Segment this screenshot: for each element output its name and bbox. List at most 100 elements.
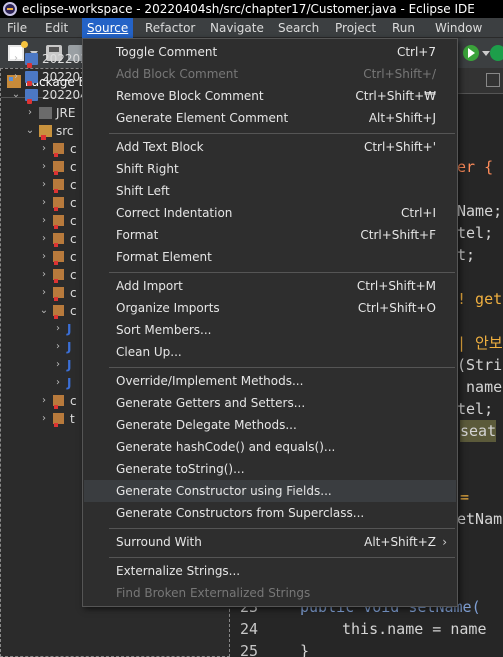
package-icon xyxy=(53,395,64,409)
menu-item-label: Correct Indentation xyxy=(116,206,233,220)
menu-separator xyxy=(109,557,455,558)
menu-item-format-element[interactable]: Format Element xyxy=(84,246,456,268)
code-line: Name; xyxy=(457,202,503,220)
code-line: t; xyxy=(457,246,476,264)
package-icon xyxy=(53,413,64,427)
menu-window[interactable]: Window xyxy=(430,18,487,38)
menu-item-surround-with[interactable]: Surround With Alt+Shift+Z › xyxy=(84,531,456,553)
package-icon xyxy=(53,287,64,301)
collapsed-chevron-icon[interactable]: › xyxy=(39,158,49,176)
tree-item-label: J xyxy=(67,358,72,372)
menu-item-label: Generate toString()... xyxy=(116,462,245,476)
menu-item-shortcut: Ctrl+Shift+M xyxy=(356,279,436,293)
collapsed-chevron-icon[interactable]: › xyxy=(11,50,21,68)
menu-edit[interactable]: Edit xyxy=(40,18,73,38)
submenu-arrow-icon: › xyxy=(442,535,447,549)
code-line: tel; xyxy=(457,224,494,242)
menu-item-generate-delegate-methods[interactable]: Generate Delegate Methods... xyxy=(84,414,456,436)
collapsed-chevron-icon[interactable]: › xyxy=(39,392,49,410)
eclipse-app-icon xyxy=(3,2,17,16)
collapsed-chevron-icon[interactable]: › xyxy=(53,320,63,338)
collapsed-chevron-icon[interactable]: › xyxy=(11,68,21,86)
code-line: ! get xyxy=(457,290,503,308)
package-icon xyxy=(53,179,64,193)
menu-item-add-block-comment: Add Block Comment Ctrl+Shift+/ xyxy=(84,63,456,85)
menu-item-shortcut: Ctrl+I xyxy=(401,206,436,220)
menu-item-generate-constructor-using-fields[interactable]: Generate Constructor using Fields... xyxy=(84,480,456,502)
code-line: seat xyxy=(460,420,497,442)
collapsed-chevron-icon[interactable]: › xyxy=(53,374,63,392)
expanded-chevron-icon[interactable]: ⌄ xyxy=(11,86,21,104)
menu-project[interactable]: Project xyxy=(330,18,381,38)
collapsed-chevron-icon[interactable]: › xyxy=(39,176,49,194)
menu-item-label: Clean Up... xyxy=(116,345,182,359)
menu-item-label: Toggle Comment xyxy=(116,45,218,59)
menu-item-label: Find Broken Externalized Strings xyxy=(116,586,311,600)
code-line: er { xyxy=(457,158,494,176)
menu-run[interactable]: Run xyxy=(387,18,420,38)
source-menu: Toggle Comment Ctrl+7 Add Block Comment Ctr… xyxy=(82,38,458,607)
menu-separator xyxy=(109,367,455,368)
menu-item-generate-getters-and-setters[interactable]: Generate Getters and Setters... xyxy=(84,392,456,414)
menu-item-label: Generate Element Comment xyxy=(116,111,289,125)
menu-search[interactable]: Search xyxy=(273,18,324,38)
menu-item-shortcut: Alt+Shift+Z xyxy=(364,535,436,549)
expanded-chevron-icon[interactable]: ⌄ xyxy=(39,302,49,320)
project-icon xyxy=(25,89,38,104)
menu-item-shift-left[interactable]: Shift Left xyxy=(84,180,456,202)
menu-separator xyxy=(109,133,455,134)
minimize-icon[interactable] xyxy=(486,73,500,87)
collapsed-chevron-icon[interactable]: › xyxy=(25,104,35,122)
debug-icon[interactable] xyxy=(490,45,503,61)
package-icon xyxy=(53,233,64,247)
collapsed-chevron-icon[interactable]: › xyxy=(39,212,49,230)
menu-item-add-import[interactable]: Add Import Ctrl+Shift+M xyxy=(84,275,456,297)
run-dropdown-icon[interactable] xyxy=(482,51,490,56)
window-title: eclipse-workspace - 20220404sh/src/chapt… xyxy=(22,2,475,16)
menu-item-generate-tostring[interactable]: Generate toString()... xyxy=(84,458,456,480)
menu-item-generate-hashcode-and-equals[interactable]: Generate hashCode() and equals()... xyxy=(84,436,456,458)
collapsed-chevron-icon[interactable]: › xyxy=(53,356,63,374)
menu-file[interactable]: File xyxy=(2,18,32,38)
menu-separator xyxy=(109,528,455,529)
menu-item-clean-up[interactable]: Clean Up... xyxy=(84,341,456,363)
collapsed-chevron-icon[interactable]: › xyxy=(39,140,49,158)
collapsed-chevron-icon[interactable]: › xyxy=(39,194,49,212)
menu-item-shortcut: Alt+Shift+J xyxy=(368,111,436,125)
menu-item-override-implement-methods[interactable]: Override/Implement Methods... xyxy=(84,370,456,392)
menu-refactor[interactable]: Refactor xyxy=(140,18,200,38)
menu-source[interactable]: Source xyxy=(82,18,134,38)
collapsed-chevron-icon[interactable]: › xyxy=(39,284,49,302)
menu-item-shortcut: Ctrl+Shift+' xyxy=(363,140,436,154)
project-icon xyxy=(25,53,38,68)
collapsed-chevron-icon[interactable]: › xyxy=(53,338,63,356)
collapsed-chevron-icon[interactable]: › xyxy=(39,266,49,284)
menu-item-organize-imports[interactable]: Organize Imports Ctrl+Shift+O xyxy=(84,297,456,319)
expanded-chevron-icon[interactable]: ⌄ xyxy=(25,122,35,140)
tree-item-label: c xyxy=(70,304,77,318)
menu-item-label: Format Element xyxy=(116,250,212,264)
menu-item-add-text-block[interactable]: Add Text Block Ctrl+Shift+' xyxy=(84,136,456,158)
tree-item-label: c xyxy=(70,178,77,192)
menu-item-generate-element-comment[interactable]: Generate Element Comment Alt+Shift+J xyxy=(84,107,456,129)
menu-item-label: Organize Imports xyxy=(116,301,220,315)
menu-item-label: Add Text Block xyxy=(116,140,204,154)
menu-item-correct-indentation[interactable]: Correct Indentation Ctrl+I xyxy=(84,202,456,224)
collapsed-chevron-icon[interactable]: › xyxy=(39,230,49,248)
code-line: this.name = name xyxy=(342,620,487,638)
tree-item-label: src xyxy=(56,124,74,138)
menu-item-format[interactable]: Format Ctrl+Shift+F xyxy=(84,224,456,246)
menu-navigate[interactable]: Navigate xyxy=(205,18,269,38)
menu-item-externalize-strings[interactable]: Externalize Strings... xyxy=(84,560,456,582)
menu-item-shortcut: Ctrl+Shift+/ xyxy=(363,67,436,81)
run-icon[interactable] xyxy=(463,45,479,61)
menu-item-shift-right[interactable]: Shift Right xyxy=(84,158,456,180)
menu-item-sort-members[interactable]: Sort Members... xyxy=(84,319,456,341)
menu-item-label: Format xyxy=(116,228,159,242)
menu-item-toggle-comment[interactable]: Toggle Comment Ctrl+7 xyxy=(84,41,456,63)
menu-item-generate-constructors-from-superclass[interactable]: Generate Constructors from Superclass... xyxy=(84,502,456,524)
menu-item-remove-block-comment[interactable]: Remove Block Comment Ctrl+Shift+₩ xyxy=(84,85,456,107)
collapsed-chevron-icon[interactable]: › xyxy=(39,410,49,428)
collapsed-chevron-icon[interactable]: › xyxy=(39,248,49,266)
tree-item-label: c xyxy=(70,142,77,156)
